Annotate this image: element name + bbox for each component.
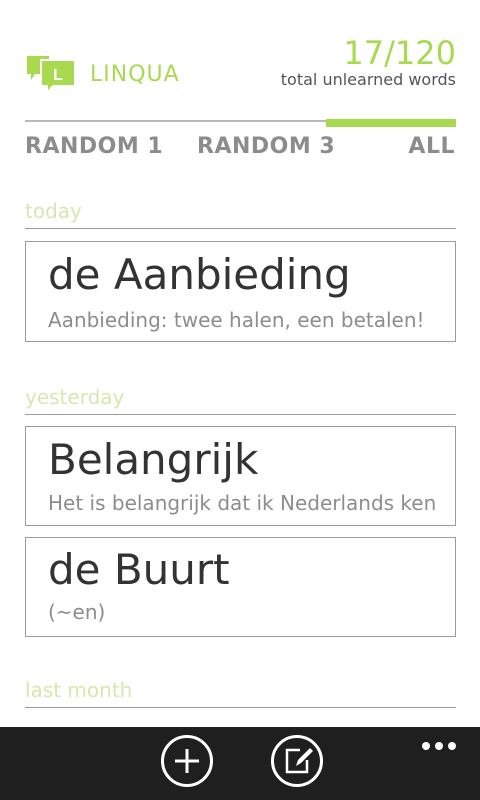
tab-random-3[interactable]: RANDOM 3 xyxy=(197,134,335,159)
word-text: Belangrijk xyxy=(48,435,259,484)
logo-speech-bubbles-icon: L xyxy=(27,56,76,96)
word-text: de Buurt xyxy=(48,545,230,594)
word-card[interactable]: de Buurt (~en) xyxy=(25,537,456,637)
edit-button[interactable] xyxy=(271,735,323,787)
word-example: Aanbieding: twee halen, een betalen! xyxy=(48,308,425,332)
tab-all[interactable]: ALL xyxy=(408,134,455,159)
word-card[interactable]: Belangrijk Het is belangrijk dat ik Nede… xyxy=(25,426,456,526)
section-title-today: today xyxy=(25,199,82,223)
unlearned-count: 17/120 xyxy=(343,34,456,72)
word-card[interactable]: de Aanbieding Aanbieding: twee halen, ee… xyxy=(25,241,456,342)
unlearned-count-label: total unlearned words xyxy=(280,70,456,89)
section-title-last-month: last month xyxy=(25,678,133,702)
more-icon[interactable] xyxy=(417,735,456,754)
unlearned-counter: 17/120 total unlearned words xyxy=(281,36,456,90)
section-title-yesterday: yesterday xyxy=(25,385,125,409)
section-divider xyxy=(25,707,456,708)
logo-letter: L xyxy=(53,67,63,84)
tab-random-1[interactable]: RANDOM 1 xyxy=(25,134,163,159)
application-bar xyxy=(0,727,480,800)
edit-icon xyxy=(285,748,313,774)
active-tab-indicator xyxy=(326,119,456,127)
add-word-button[interactable] xyxy=(161,735,213,787)
word-example: (~en) xyxy=(48,600,106,624)
section-divider xyxy=(25,228,456,229)
linqua-logo: L xyxy=(25,50,80,96)
app-name: LINQUA xyxy=(90,62,180,87)
word-text: de Aanbieding xyxy=(48,250,351,299)
word-example: Het is belangrijk dat ik Nederlands ken xyxy=(48,491,437,515)
section-divider xyxy=(25,414,456,415)
add-icon xyxy=(175,749,199,773)
